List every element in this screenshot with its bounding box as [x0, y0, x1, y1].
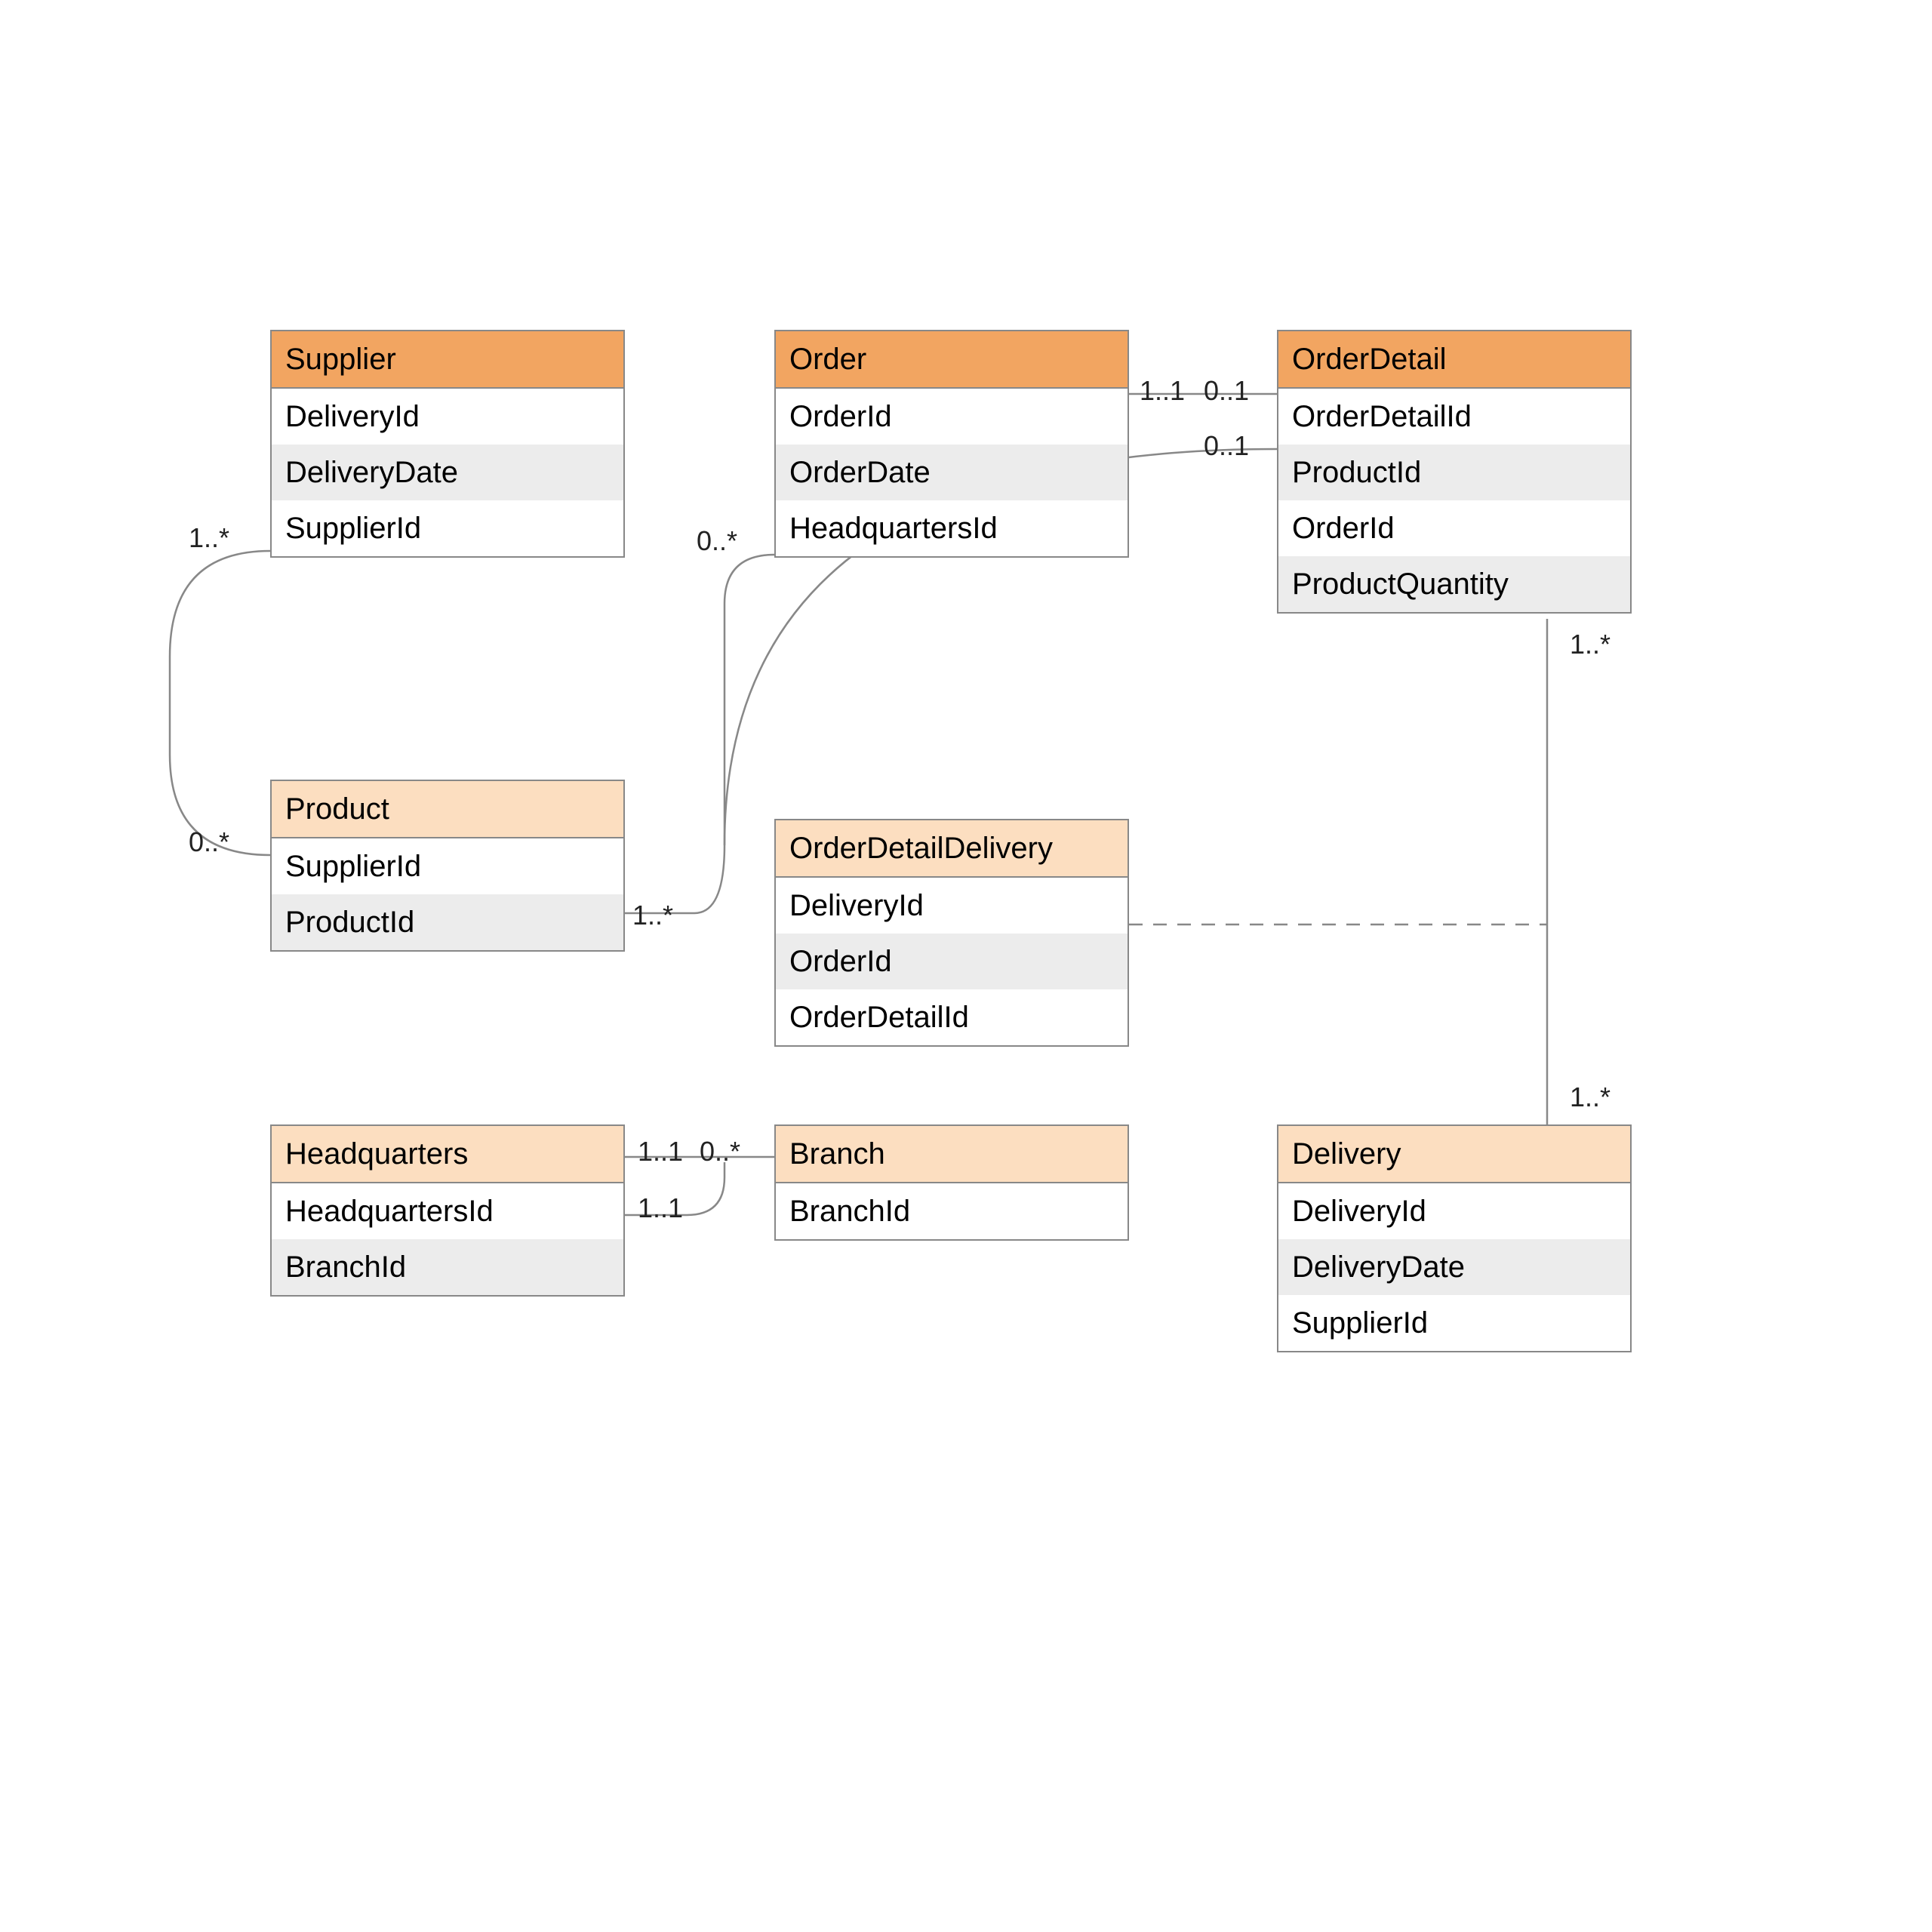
entity-row: HeadquartersId [272, 1183, 623, 1239]
multiplicity-label: 1..1 [638, 1136, 683, 1168]
multiplicity-label: 1..1 [1140, 375, 1185, 407]
entity-title: OrderDetail [1278, 331, 1630, 389]
multiplicity-label: 1..1 [638, 1192, 683, 1224]
multiplicity-label: 0..* [700, 1136, 740, 1168]
multiplicity-label: 1..* [1570, 1081, 1611, 1113]
entity-row: ProductId [1278, 445, 1630, 500]
entity-row: SupplierId [1278, 1295, 1630, 1351]
multiplicity-label: 1..* [189, 522, 229, 554]
entity-title: Product [272, 781, 623, 838]
entity-order: Order OrderId OrderDate HeadquartersId [774, 330, 1129, 558]
entity-headquarters: Headquarters HeadquartersId BranchId [270, 1124, 625, 1297]
entity-title: Headquarters [272, 1126, 623, 1183]
entity-row: BranchId [776, 1183, 1128, 1239]
entity-row: OrderDetailId [776, 989, 1128, 1045]
entity-order-detail: OrderDetail OrderDetailId ProductId Orde… [1277, 330, 1632, 614]
entity-row: DeliveryDate [1278, 1239, 1630, 1295]
entity-row: DeliveryDate [272, 445, 623, 500]
er-diagram-canvas: Supplier DeliveryId DeliveryDate Supplie… [0, 0, 1932, 1932]
entity-title: Branch [776, 1126, 1128, 1183]
entity-title: Supplier [272, 331, 623, 389]
entity-row: OrderDetailId [1278, 389, 1630, 445]
multiplicity-label: 1..* [632, 900, 673, 931]
entity-product: Product SupplierId ProductId [270, 780, 625, 952]
entity-supplier: Supplier DeliveryId DeliveryDate Supplie… [270, 330, 625, 558]
entity-branch: Branch BranchId [774, 1124, 1129, 1241]
entity-title: Delivery [1278, 1126, 1630, 1183]
entity-row: HeadquartersId [776, 500, 1128, 556]
entity-row: DeliveryId [776, 878, 1128, 934]
entity-order-detail-delivery: OrderDetailDelivery DeliveryId OrderId O… [774, 819, 1129, 1047]
entity-row: DeliveryId [272, 389, 623, 445]
multiplicity-label: 1..* [1570, 629, 1611, 660]
entity-row: ProductQuantity [1278, 556, 1630, 612]
multiplicity-label: 0..* [189, 826, 229, 858]
entity-row: ProductId [272, 894, 623, 950]
entity-row: DeliveryId [1278, 1183, 1630, 1239]
entity-delivery: Delivery DeliveryId DeliveryDate Supplie… [1277, 1124, 1632, 1352]
entity-title: Order [776, 331, 1128, 389]
entity-row: SupplierId [272, 500, 623, 556]
entity-row: OrderId [776, 934, 1128, 989]
entity-row: SupplierId [272, 838, 623, 894]
entity-row: OrderId [776, 389, 1128, 445]
multiplicity-label: 0..1 [1204, 430, 1249, 462]
multiplicity-label: 0..1 [1204, 375, 1249, 407]
entity-title: OrderDetailDelivery [776, 820, 1128, 878]
entity-row: OrderId [1278, 500, 1630, 556]
entity-row: BranchId [272, 1239, 623, 1295]
multiplicity-label: 0..* [697, 525, 737, 557]
entity-row: OrderDate [776, 445, 1128, 500]
